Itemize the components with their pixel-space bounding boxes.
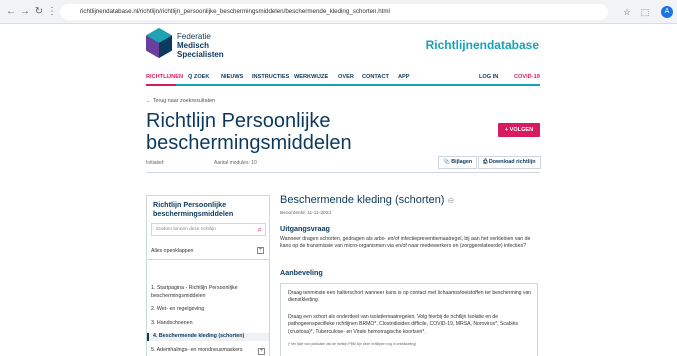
nav-divider <box>146 84 540 86</box>
nav-werkwijze[interactable]: WERKWIJZE <box>294 72 328 82</box>
nav-nieuws[interactable]: NIEUWS <box>221 72 243 82</box>
nav-app[interactable]: APP <box>398 72 410 82</box>
recommendation-footnote: (* ten tijde van publicatie van de richt… <box>288 342 417 346</box>
address-url[interactable]: richtlijnendatabase.nl/richtlijn/richtli… <box>80 4 390 20</box>
profile-avatar[interactable]: A <box>661 6 673 18</box>
main-navigation: RICHTLIJNEN Q ZOEK NIEUWS INSTRUCTIES WE… <box>146 72 540 82</box>
module-count: Aantal modules: 10 <box>214 160 257 166</box>
review-date: Beoordeeld: 11-11-2023 <box>280 211 332 216</box>
expand-all-plus-icon[interactable]: + <box>257 247 264 254</box>
back-arrow-icon[interactable]: ← <box>4 5 18 19</box>
nav-login[interactable]: LOG IN <box>479 72 498 82</box>
page-title: Richtlijn Persoonlijke beschermingsmidde… <box>146 110 352 154</box>
nav-richtlijnen[interactable]: RICHTLIJNEN <box>146 72 183 82</box>
browser-toolbar: ← → ↻ ⋮ richtlijnendatabase.nl/richtlijn… <box>0 0 677 24</box>
sidebar-search-input[interactable]: Zoeken binnen deze richtlijn ⌕ <box>151 223 266 236</box>
anchor-link-icon[interactable]: ⊖ <box>448 196 455 205</box>
expand-all-link[interactable]: Alles openklappen <box>151 248 193 254</box>
bijlagen-label: Bijlagen <box>451 159 473 165</box>
forward-arrow-icon[interactable]: → <box>18 5 32 19</box>
follow-button[interactable]: + VOLGEN <box>498 123 540 137</box>
sidebar-item-beschermende-kleding[interactable]: 4. Beschermende kleding (schorten) <box>147 333 269 341</box>
guideline-sidebar: Richtlijn Persoonlijke beschermingsmidde… <box>146 195 270 356</box>
address-bar[interactable]: richtlijnendatabase.nl/richtlijn/richtli… <box>60 4 608 20</box>
expand-plus-icon[interactable]: + <box>258 348 265 355</box>
module-title-text: Beschermende kleding (schorten) <box>280 194 445 206</box>
nav-contact[interactable]: CONTACT <box>362 72 389 82</box>
uitgangsvraag-heading: Uitgangsvraag <box>280 224 330 233</box>
recommendation-paragraph-2: Draag een schort als onderdeel van isola… <box>288 314 519 335</box>
logo-line2: Medisch <box>177 41 210 50</box>
initiatief-label: Initiatief: <box>146 160 165 166</box>
sidebar-item-startpagina[interactable]: 1. Startpagina - Richtlijn Persoonlijke <box>151 285 269 293</box>
download-button[interactable]: ⎙ Download richtlijn <box>478 156 541 169</box>
uitgangsvraag-text: Wanneer dragen schorten, gedragen als ar… <box>280 236 531 250</box>
sidebar-item-ademhaling[interactable]: 5. Ademhalings- en mondneusmaskers <box>151 347 269 355</box>
logo-line1: Federatie <box>177 32 211 41</box>
nav-zoek[interactable]: Q ZOEK <box>188 72 209 82</box>
module-title: Beschermende kleding (schorten) ⊖ <box>280 194 454 206</box>
site-settings-icon[interactable]: ⋮ <box>45 5 59 19</box>
nav-over[interactable]: OVER <box>338 72 354 82</box>
sidebar-search-placeholder: Zoeken binnen deze richtlijn <box>156 227 216 232</box>
nav-covid[interactable]: COVID-19 <box>514 72 540 82</box>
logo-line3: Specialisten <box>177 50 224 59</box>
logo-text[interactable]: Federatie Medisch Specialisten <box>177 32 224 59</box>
sidebar-item-wet-regelgeving[interactable]: 2. Wet- en regelgeving <box>151 306 269 314</box>
recommendation-box: Draag tenminste een halterschort wanneer… <box>280 283 538 356</box>
search-icon[interactable]: ⌕ <box>258 225 262 234</box>
sidebar-item-startpagina-cont[interactable]: beschermingsmiddelen <box>151 293 269 301</box>
sidebar-item-handschoenen[interactable]: 3. Handschoenen <box>151 320 269 328</box>
nav-instructies[interactable]: INSTRUCTIES <box>252 72 289 82</box>
recommendation-paragraph-1: Draag tenminste een halterschort wanneer… <box>288 290 532 304</box>
reload-icon[interactable]: ↻ <box>32 5 46 19</box>
sidebar-title: Richtlijn Persoonlijke beschermingsmidde… <box>153 200 234 218</box>
download-label: Download richtlijn <box>488 159 536 165</box>
bijlagen-button[interactable]: 📎 Bijlagen <box>438 156 478 169</box>
aanbeveling-heading: Aanbeveling <box>280 268 323 277</box>
site-title[interactable]: Richtlijnendatabase <box>426 38 539 52</box>
bookmark-star-icon[interactable]: ☆ <box>620 5 634 19</box>
sidebar-divider <box>147 259 269 260</box>
back-to-results-link[interactable]: ← Terug naar zoekresultaten <box>146 98 215 104</box>
extensions-icon[interactable]: ⬚ <box>638 5 652 19</box>
nav-active-indicator <box>146 84 176 86</box>
guideline-meta: Initiatief: Aantal modules: 10 📎 Bijlage… <box>146 153 541 173</box>
fms-logo-icon[interactable] <box>146 28 172 58</box>
